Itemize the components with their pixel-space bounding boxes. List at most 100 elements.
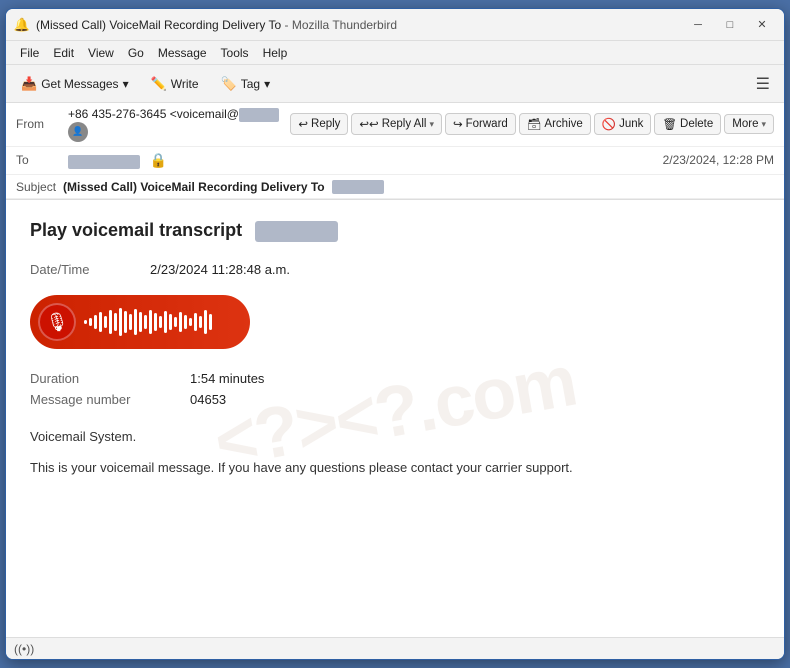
datetime-label: Date/Time — [30, 262, 110, 277]
waveform-bar — [194, 313, 197, 331]
message-number-value: 04653 — [190, 392, 226, 407]
waveform-bar — [169, 314, 172, 330]
write-icon: ✏️ — [151, 76, 167, 92]
waveform-bar — [154, 313, 157, 331]
status-icon: ((•)) — [14, 642, 34, 656]
menu-file[interactable]: File — [14, 44, 45, 62]
voice-player[interactable]: 🎙 — [30, 295, 250, 349]
to-row: To .... 🔒 2/23/2024, 12:28 PM — [6, 147, 784, 175]
write-label: Write — [171, 77, 199, 91]
reply-all-icon: ↩↩ — [359, 117, 378, 131]
window-title: (Missed Call) VoiceMail Recording Delive… — [36, 18, 684, 32]
waveform-bar — [184, 315, 187, 329]
menu-tools[interactable]: Tools — [215, 44, 255, 62]
forward-button[interactable]: ↪ Forward — [445, 113, 516, 135]
more-label: More — [732, 118, 758, 130]
more-dropdown-icon: ▾ — [761, 119, 766, 130]
archive-icon: 🗃 — [527, 117, 542, 131]
body-text: Voicemail System. This is your voicemail… — [30, 427, 760, 479]
waveform-bar — [104, 316, 107, 328]
more-button[interactable]: More ▾ — [724, 114, 774, 134]
app-icon: 🔔 — [14, 17, 30, 33]
status-bar: ((•)) — [6, 637, 784, 659]
waveform-bar — [179, 312, 182, 332]
get-messages-icon: 📥 — [21, 76, 37, 92]
email-timestamp: 2/23/2024, 12:28 PM — [663, 153, 774, 167]
delete-button[interactable]: 🗑 Delete — [654, 113, 721, 135]
reply-label: Reply — [311, 118, 340, 130]
waveform-bar — [159, 316, 162, 328]
archive-label: Archive — [544, 118, 582, 130]
duration-row: Duration 1:54 minutes — [30, 371, 760, 386]
duration-value: 1:54 minutes — [190, 371, 264, 386]
mic-button[interactable]: 🎙 — [38, 303, 76, 341]
waveform-bar — [149, 310, 152, 334]
reply-all-label: Reply All — [382, 118, 427, 130]
waveform-bar — [109, 310, 112, 334]
waveform-bar — [119, 308, 122, 336]
toolbar: 📥 Get Messages ▾ ✏️ Write 🏷️ Tag ▾ ☰ — [6, 65, 784, 103]
menu-bar: File Edit View Go Message Tools Help — [6, 41, 784, 65]
hamburger-menu-button[interactable]: ☰ — [748, 70, 778, 98]
menu-view[interactable]: View — [82, 44, 120, 62]
tag-button[interactable]: 🏷️ Tag ▾ — [212, 71, 280, 97]
email-actions: ↩ Reply ↩↩ Reply All ▾ ↪ Forward 🗃 Archi… — [290, 113, 774, 135]
title-blurred-text: ................ — [255, 221, 338, 242]
junk-label: Junk — [619, 118, 643, 130]
message-number-label: Message number — [30, 392, 150, 407]
get-messages-button[interactable]: 📥 Get Messages ▾ — [12, 71, 138, 97]
maximize-button[interactable]: □ — [716, 15, 744, 35]
waveform-bar — [189, 318, 192, 326]
archive-button[interactable]: 🗃 Archive — [519, 113, 591, 135]
waveform-bar — [199, 316, 202, 328]
minimize-button[interactable]: ─ — [684, 15, 712, 35]
write-button[interactable]: ✏️ Write — [142, 71, 208, 97]
subject-label: Subject — [16, 180, 56, 194]
reply-all-button[interactable]: ↩↩ Reply All ▾ — [351, 113, 442, 135]
details-section: Duration 1:54 minutes Message number 046… — [30, 371, 760, 407]
email-header: From +86 435-276-3645 <voicemail@.... 👤 … — [6, 103, 784, 200]
waveform-bar — [164, 311, 167, 333]
reply-button[interactable]: ↩ Reply — [290, 113, 348, 135]
from-row: From +86 435-276-3645 <voicemail@.... 👤 … — [6, 103, 784, 147]
delete-icon: 🗑 — [662, 117, 677, 131]
waveform-bar — [84, 320, 87, 324]
duration-label: Duration — [30, 371, 150, 386]
email-body: <?><?.com Play voicemail transcript ....… — [6, 200, 784, 637]
waveform-bar — [144, 315, 147, 329]
get-messages-dropdown-icon: ▾ — [123, 77, 129, 91]
datetime-value: 2/23/2024 11:28:48 a.m. — [150, 262, 290, 277]
menu-message[interactable]: Message — [152, 44, 213, 62]
junk-button[interactable]: 🚫 Junk — [594, 113, 652, 135]
contact-photo-button[interactable]: 👤 — [68, 122, 88, 142]
forward-icon: ↪ — [453, 117, 463, 131]
waveform-bar — [124, 311, 127, 333]
waveform-bar — [129, 314, 132, 330]
from-value: +86 435-276-3645 <voicemail@.... 👤 — [68, 107, 290, 142]
menu-help[interactable]: Help — [257, 44, 294, 62]
waveform-bar — [204, 310, 207, 334]
window-controls: ─ □ ✕ — [684, 15, 776, 35]
close-button[interactable]: ✕ — [748, 15, 776, 35]
to-label: To — [16, 153, 68, 167]
waveform-bar — [134, 309, 137, 335]
email-body-title: Play voicemail transcript ..............… — [30, 220, 760, 242]
waveform-bar — [99, 312, 102, 332]
to-value: .... 🔒 — [68, 152, 655, 169]
body-line2: This is your voicemail message. If you h… — [30, 458, 760, 479]
tag-dropdown-icon: ▾ — [264, 77, 270, 91]
reply-icon: ↩ — [298, 117, 308, 131]
from-phone: +86 435-276-3645 <voicemail@ — [68, 107, 239, 121]
privacy-icon: 🔒 — [150, 152, 167, 168]
get-messages-label: Get Messages — [41, 77, 118, 91]
message-number-row: Message number 04653 — [30, 392, 760, 407]
waveform-bar — [114, 313, 117, 331]
tag-label: Tag — [241, 77, 260, 91]
mic-icon: 🎙 — [46, 312, 69, 333]
tag-icon: 🏷️ — [221, 76, 237, 92]
title-bar: 🔔 (Missed Call) VoiceMail Recording Deli… — [6, 9, 784, 41]
menu-edit[interactable]: Edit — [47, 44, 80, 62]
waveform-bar — [139, 312, 142, 332]
menu-go[interactable]: Go — [122, 44, 150, 62]
forward-label: Forward — [466, 118, 508, 130]
